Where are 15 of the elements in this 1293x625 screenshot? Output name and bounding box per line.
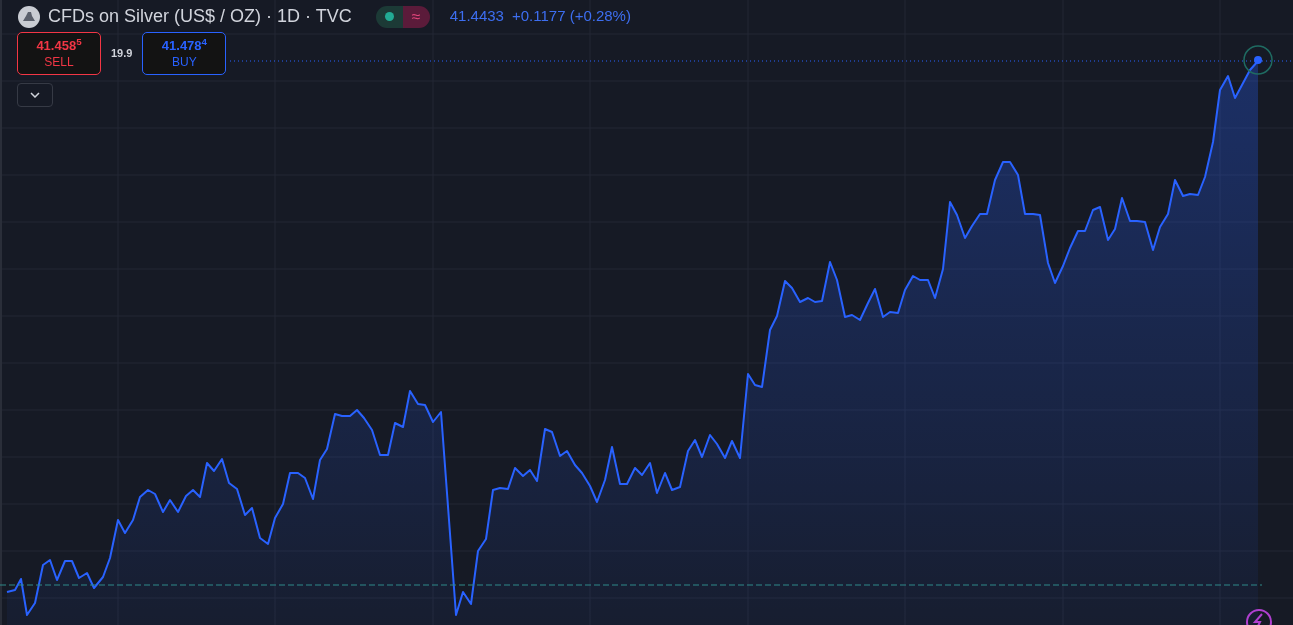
buy-button[interactable]: 41.478$^{4}$ BUY	[142, 32, 227, 75]
collapse-button[interactable]	[17, 83, 53, 107]
spread-value: 19.9	[111, 46, 133, 62]
sell-button[interactable]: 41.458$^{5}$ SELL	[17, 32, 101, 75]
delay-mark: ≈	[402, 5, 430, 28]
buy-label: BUY	[172, 53, 197, 70]
sell-label: SELL	[44, 53, 74, 70]
price-change: +0.1177 (+0.28%)	[511, 6, 631, 27]
chevron-down-icon	[30, 92, 40, 98]
buy-price: 41.478$^{4}$	[161, 37, 207, 54]
last-price: 41.4433	[449, 6, 504, 27]
last-price-marker-icon	[1243, 45, 1273, 75]
lightning-icon[interactable]	[1246, 609, 1272, 625]
sell-price: 41.458$^{5}$	[36, 37, 82, 54]
chart-title: CFDs on Silver (US$ / OZ) · 1D · TVC	[48, 5, 352, 28]
